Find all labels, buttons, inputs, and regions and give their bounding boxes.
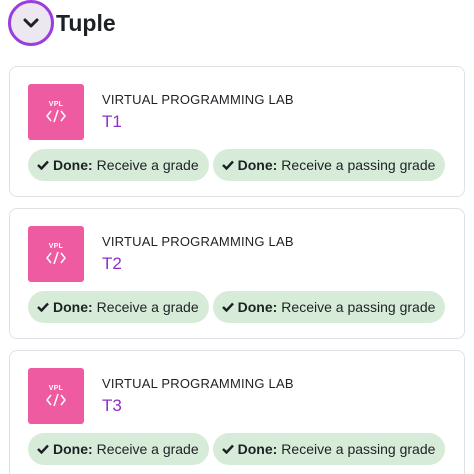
check-icon	[37, 444, 49, 454]
vpl-icon: VPL	[28, 226, 84, 282]
completion-text: Receive a passing grade	[281, 299, 436, 315]
completion-status: Done:	[237, 299, 278, 315]
vpl-icon-label: VPL	[48, 385, 64, 392]
activity-card: VPL VIRTUAL PROGRAMMING LAB T2 Done: Rec…	[9, 208, 465, 339]
completion-text: Receive a passing grade	[281, 441, 436, 457]
activity-type: VIRTUAL PROGRAMMING LAB	[102, 376, 294, 391]
check-icon	[37, 160, 49, 170]
vpl-icon-label: VPL	[48, 101, 64, 108]
course-page: Tuple VPL VIRTUAL PROGRAMMING LAB T1 Don…	[0, 0, 474, 474]
completion-text: Receive a grade	[96, 299, 199, 315]
completion-status: Done:	[53, 157, 93, 173]
check-icon	[221, 444, 234, 454]
check-icon	[37, 302, 49, 312]
activity-link[interactable]: T1	[102, 112, 122, 132]
completion-status: Done:	[53, 299, 93, 315]
activity-card: VPL VIRTUAL PROGRAMMING LAB T3 Done: Rec…	[9, 350, 465, 474]
completion-badges: Done: Receive a grade Done: Receive a pa…	[28, 291, 449, 323]
activity-link[interactable]: T2	[102, 254, 122, 274]
completion-text: Receive a passing grade	[281, 157, 436, 173]
activity-card: VPL VIRTUAL PROGRAMMING LAB T1 Done: Rec…	[9, 66, 465, 197]
activity-link[interactable]: T3	[102, 396, 122, 416]
completion-text: Receive a grade	[96, 441, 199, 457]
vpl-icon-label: VPL	[48, 243, 64, 250]
code-icon	[46, 109, 66, 123]
completion-badge: Done: Receive a passing grade	[212, 433, 446, 465]
completion-status: Done:	[237, 157, 278, 173]
completion-badge: Done: Receive a passing grade	[212, 149, 446, 181]
completion-badges: Done: Receive a grade Done: Receive a pa…	[28, 433, 449, 465]
completion-badge: Done: Receive a grade	[28, 149, 209, 181]
completion-badge: Done: Receive a grade	[28, 433, 209, 465]
completion-badge: Done: Receive a grade	[28, 291, 209, 323]
section-title: Tuple	[56, 10, 116, 36]
check-icon	[221, 160, 234, 170]
vpl-icon: VPL	[28, 368, 84, 424]
activity-type: VIRTUAL PROGRAMMING LAB	[102, 92, 294, 107]
completion-status: Done:	[53, 441, 93, 457]
section-collapse-button[interactable]	[8, 0, 54, 46]
completion-badges: Done: Receive a grade Done: Receive a pa…	[28, 149, 449, 181]
completion-status: Done:	[237, 441, 278, 457]
completion-text: Receive a grade	[96, 157, 199, 173]
completion-badge: Done: Receive a passing grade	[212, 291, 446, 323]
vpl-icon: VPL	[28, 84, 84, 140]
chevron-down-icon	[23, 18, 39, 28]
section-header: Tuple	[8, 0, 116, 46]
code-icon	[46, 393, 66, 407]
activity-type: VIRTUAL PROGRAMMING LAB	[102, 234, 294, 249]
check-icon	[221, 302, 234, 312]
code-icon	[46, 251, 66, 265]
